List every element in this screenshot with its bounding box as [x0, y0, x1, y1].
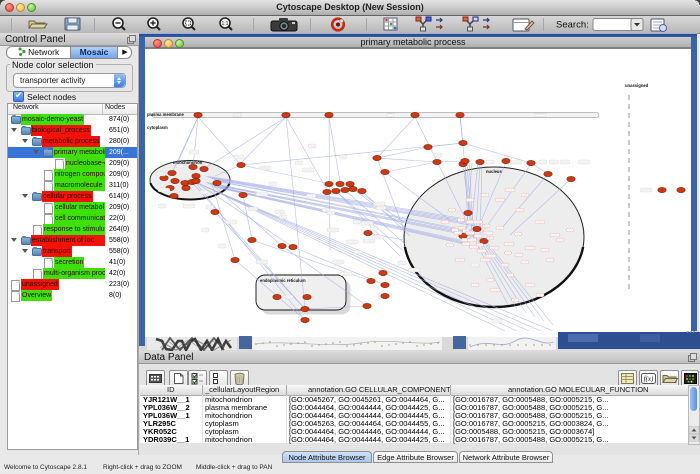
svg-text:nucleus: nucleus	[486, 169, 502, 174]
svg-text:1:1: 1:1	[222, 21, 229, 27]
svg-text:cytoplasm: cytoplasm	[147, 125, 168, 130]
svg-text:Search:: Search:	[556, 20, 589, 31]
svg-text:unassigned: unassigned	[625, 83, 649, 88]
svg-text:f(x): f(x)	[644, 375, 654, 383]
svg-text:plasma membrane: plasma membrane	[147, 112, 184, 117]
svg-text:endoplasmic reticulum: endoplasmic reticulum	[260, 278, 306, 283]
